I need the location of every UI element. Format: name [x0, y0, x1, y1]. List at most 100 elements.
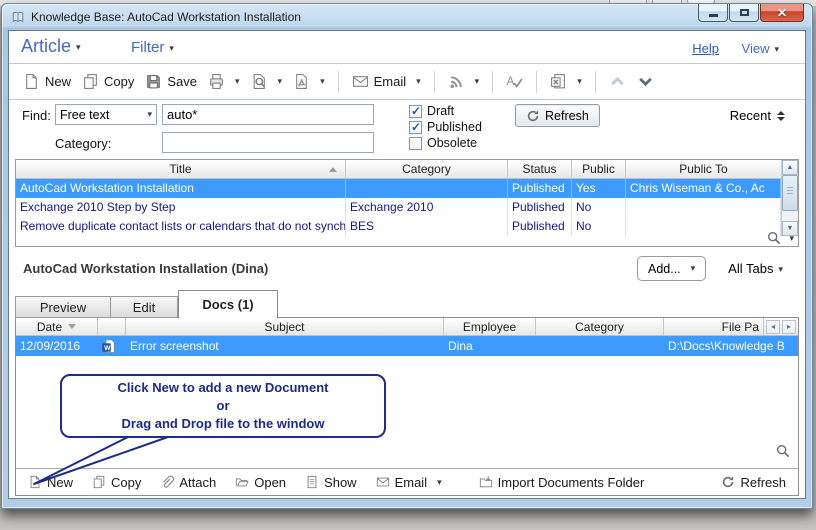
knowledge-base-icon: [11, 10, 25, 24]
new-page-icon: [23, 73, 40, 90]
detail-section-header: AutoCad Workstation Installation (Dina) …: [9, 251, 805, 287]
column-header-employee[interactable]: Employee: [444, 318, 536, 335]
spellcheck-button[interactable]: [504, 71, 525, 92]
tab-preview[interactable]: Preview: [15, 296, 110, 318]
vertical-scrollbar[interactable]: ▲ ▼: [781, 160, 798, 236]
copy-icon: [82, 73, 99, 90]
email-document-button[interactable]: Email: [374, 473, 444, 492]
open-folder-icon: [235, 475, 249, 489]
column-header-title[interactable]: Title: [16, 160, 346, 178]
column-header-status[interactable]: Status: [508, 160, 572, 178]
column-header-subject[interactable]: Subject: [126, 318, 444, 335]
header-scroll-arrows: ◂ ▸: [764, 318, 798, 335]
print-preview-button[interactable]: [249, 71, 285, 92]
menu-article[interactable]: Article: [21, 36, 81, 57]
chevron-down-icon: [416, 76, 421, 87]
open-button[interactable]: Open: [233, 473, 288, 492]
column-header-public-to[interactable]: Public To: [626, 160, 781, 178]
checkbox-checked-icon: [409, 105, 422, 118]
chevron-down-icon: [774, 44, 779, 55]
spellcheck-icon: [506, 73, 523, 90]
rss-button[interactable]: [446, 71, 482, 92]
copy-icon: [92, 475, 106, 489]
draft-checkbox[interactable]: Draft: [409, 103, 482, 119]
published-checkbox[interactable]: Published: [409, 119, 482, 135]
print-button[interactable]: [206, 71, 242, 92]
pdf-button[interactable]: [291, 71, 327, 92]
scrollbar-thumb[interactable]: [782, 175, 798, 211]
all-tabs-dropdown[interactable]: All Tabs: [728, 261, 783, 276]
status-filters: Draft Published Obsolete: [409, 103, 482, 151]
chevron-down-icon: [147, 109, 152, 120]
attach-button[interactable]: Attach: [158, 473, 218, 492]
add-button[interactable]: Add...: [637, 256, 706, 281]
import-folder-icon: [479, 475, 493, 489]
docs-search-control[interactable]: [776, 444, 790, 463]
category-input[interactable]: [162, 132, 374, 153]
email-button[interactable]: Email: [350, 71, 423, 92]
menu-filter[interactable]: Filter: [131, 39, 174, 56]
minimize-button[interactable]: [698, 4, 728, 22]
find-type-dropdown[interactable]: Free text: [55, 104, 157, 125]
maximize-button[interactable]: [729, 4, 759, 22]
obsolete-checkbox[interactable]: Obsolete: [409, 135, 482, 151]
tab-edit[interactable]: Edit: [110, 296, 178, 318]
chevron-down-icon: [169, 43, 174, 54]
magnifier-icon: [767, 231, 781, 245]
close-icon: ✕: [777, 7, 787, 19]
import-documents-folder-button[interactable]: Import Documents Folder: [477, 473, 647, 492]
chevron-down-icon: [76, 42, 81, 53]
sort-ascending-icon: [329, 167, 337, 172]
search-panel: Find: Free text Category: Draft Publishe…: [9, 100, 805, 158]
export-excel-button[interactable]: [548, 71, 584, 92]
email-icon: [352, 73, 369, 90]
save-icon: [145, 73, 162, 90]
articles-grid: Title Category Status Public Public To A…: [15, 159, 799, 247]
sort-descending-icon: [68, 324, 76, 329]
column-header-file-path[interactable]: File Pa: [664, 318, 764, 335]
next-button[interactable]: [635, 71, 656, 92]
find-input[interactable]: [162, 104, 374, 125]
refresh-icon: [526, 109, 540, 123]
grid-search-control[interactable]: [767, 231, 794, 245]
chevron-down-icon: [437, 477, 442, 488]
column-header-category[interactable]: Category: [346, 160, 508, 178]
article-row[interactable]: Remove duplicate contact lists or calend…: [16, 217, 781, 236]
callout-line: Drag and Drop file to the window: [122, 415, 325, 433]
sort-updown-icon: [777, 111, 785, 121]
recent-sort-control[interactable]: Recent: [730, 108, 785, 123]
callout-annotation: Click New to add a new Document or Drag …: [60, 374, 386, 438]
column-header-doc-category[interactable]: Category: [536, 318, 664, 335]
column-header-public[interactable]: Public: [572, 160, 626, 178]
previous-button[interactable]: [607, 71, 628, 92]
article-row[interactable]: Exchange 2010 Step by Step Exchange 2010…: [16, 198, 781, 217]
refresh-documents-button[interactable]: Refresh: [719, 473, 788, 492]
toolbar-separator: [338, 71, 339, 93]
column-header-date[interactable]: Date: [16, 318, 98, 335]
document-row-selected[interactable]: 12/09/2016 Error screenshot Dina D:\Docs…: [16, 336, 798, 356]
scroll-up-button[interactable]: ▲: [782, 160, 798, 175]
titlebar[interactable]: Knowledge Base: AutoCad Workstation Inst…: [2, 4, 812, 29]
refresh-button[interactable]: Refresh: [515, 104, 600, 127]
chevron-down-icon: [778, 264, 783, 275]
menu-view[interactable]: View: [742, 41, 779, 56]
docs-toolbar: New Copy Attach Open Show Email Import D…: [16, 468, 798, 495]
scroll-left-icon[interactable]: ◂: [766, 320, 780, 334]
toolbar-separator: [434, 71, 435, 93]
close-button[interactable]: ✕: [760, 4, 804, 22]
scroll-right-icon[interactable]: ▸: [782, 320, 796, 334]
help-link[interactable]: Help: [692, 41, 719, 56]
article-row-selected[interactable]: AutoCad Workstation Installation Publish…: [16, 179, 781, 198]
new-document-button[interactable]: New: [26, 473, 75, 492]
chevron-down-icon: [320, 76, 325, 87]
tab-docs[interactable]: Docs (1): [178, 290, 278, 319]
chevron-down-icon: [691, 263, 696, 274]
column-header-filetype[interactable]: [98, 318, 126, 335]
copy-document-button[interactable]: Copy: [90, 473, 143, 492]
chevron-down-icon: [577, 76, 582, 87]
save-button[interactable]: Save: [143, 71, 199, 92]
rss-icon: [448, 73, 465, 90]
copy-article-button[interactable]: Copy: [80, 71, 136, 92]
show-button[interactable]: Show: [303, 473, 359, 492]
new-article-button[interactable]: New: [21, 71, 73, 92]
